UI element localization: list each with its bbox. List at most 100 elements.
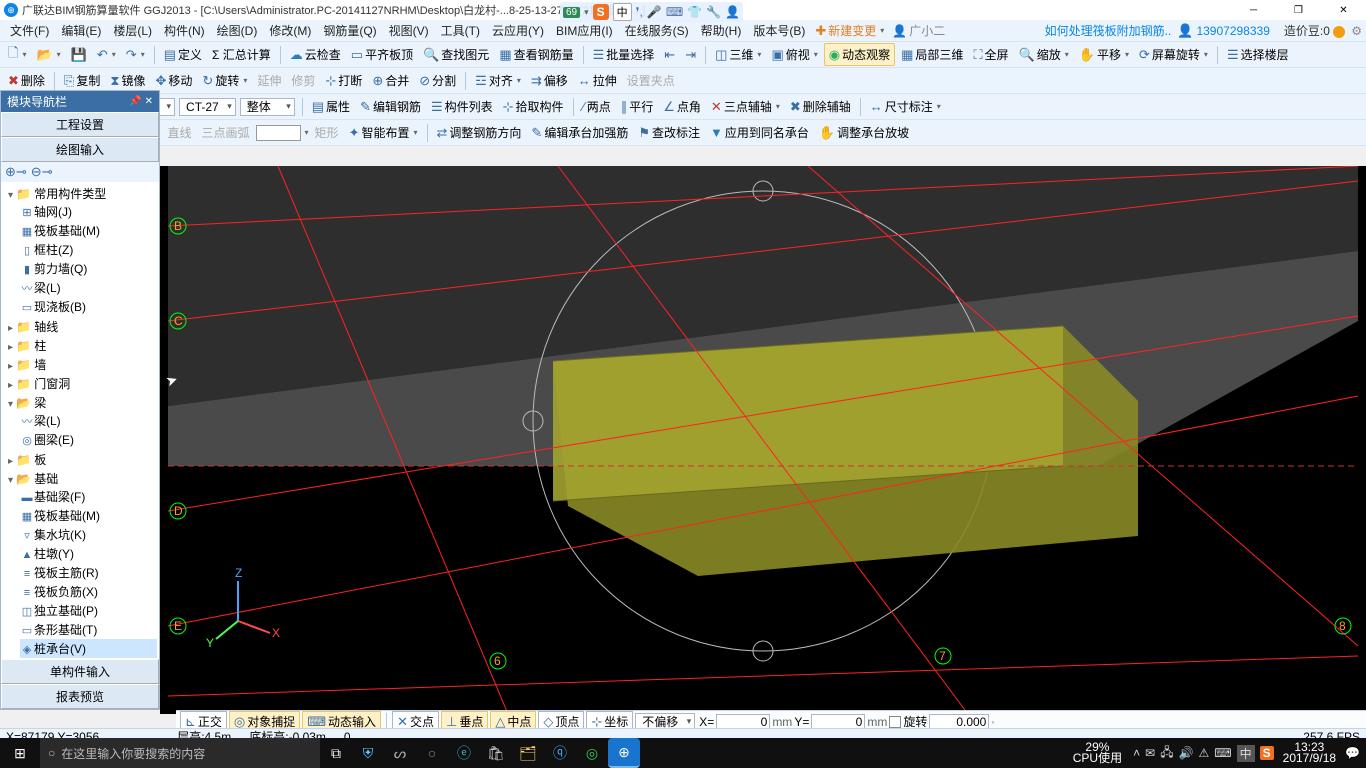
del-button[interactable]: ✖删除: [4, 70, 49, 91]
cpu-meter[interactable]: 29%CPU使用: [1067, 742, 1128, 764]
pan-button[interactable]: ✋平移▾: [1075, 44, 1133, 65]
line-button[interactable]: 直线: [164, 122, 196, 143]
offset-button[interactable]: ⇉偏移: [527, 70, 572, 91]
tray-sogou[interactable]: S: [1260, 746, 1274, 760]
task-qq[interactable]: ⓠ: [544, 738, 576, 768]
move-button[interactable]: ✥移动: [152, 70, 197, 91]
menu-floor[interactable]: 楼层(L): [107, 22, 158, 39]
dropdown-icon[interactable]: ▾: [584, 7, 589, 18]
adjdir-button[interactable]: ⇄调整钢筋方向: [433, 122, 526, 143]
ptangle-button[interactable]: ∠点角: [659, 96, 705, 117]
menu-modify[interactable]: 修改(M): [263, 22, 317, 39]
taskview-button[interactable]: ⧉: [320, 738, 352, 768]
menu-online[interactable]: 在线服务(S): [619, 22, 695, 39]
applysame-button[interactable]: ▼应用到同名承台: [706, 122, 813, 143]
ime-lang[interactable]: 中: [613, 3, 632, 21]
color-combo[interactable]: [256, 125, 301, 141]
prop-button[interactable]: ▤属性: [308, 96, 354, 117]
new-button[interactable]: 🗋▾: [4, 42, 30, 68]
top-view-button[interactable]: ▣俯视▾: [767, 44, 821, 65]
menu-version[interactable]: 版本号(B): [747, 22, 811, 39]
stretch-button[interactable]: ↔拉伸: [574, 70, 621, 91]
rotate-screen-button[interactable]: ⟳屏幕旋转▾: [1135, 44, 1212, 65]
trim-button[interactable]: 修剪: [287, 70, 319, 91]
tray-msg-icon[interactable]: ✉: [1145, 746, 1155, 760]
menu-view[interactable]: 视图(V): [383, 22, 435, 39]
sogou-icon[interactable]: S: [593, 4, 609, 20]
dyn-obs-button[interactable]: ◉动态观察: [824, 43, 895, 66]
prev-button[interactable]: ⇤: [660, 45, 679, 65]
set-grip-button[interactable]: 设置夹点: [623, 70, 679, 91]
component-tree[interactable]: ▾📁 常用构件类型 ⊞轴网(J) ▦筏板基础(M) ▯框柱(Z) ▮剪力墙(Q)…: [1, 182, 159, 659]
action-center-icon[interactable]: 💬: [1345, 746, 1360, 760]
account-badge[interactable]: 👤13907298339: [1177, 23, 1270, 39]
batch-sel-button[interactable]: ☰批量选择: [589, 44, 659, 65]
section-report[interactable]: 报表预览: [1, 684, 159, 709]
next-button[interactable]: ⇥: [681, 45, 700, 65]
checknote-button[interactable]: ⚑查改标注: [634, 122, 704, 143]
menu-file[interactable]: 文件(F): [4, 22, 55, 39]
expand-icon[interactable]: ⊕⊸: [5, 164, 27, 180]
task-dot[interactable]: ○: [416, 738, 448, 768]
rotate-checkbox[interactable]: [889, 716, 901, 728]
help-link[interactable]: 如何处理筏板附加钢筋..: [1045, 22, 1172, 39]
copy-button[interactable]: ⎘复制: [60, 70, 104, 91]
menu-component[interactable]: 构件(N): [158, 22, 211, 39]
task-store[interactable]: 🛍: [480, 738, 512, 768]
menu-rebar[interactable]: 钢筋量(Q): [317, 22, 382, 39]
sum-calc-button[interactable]: Σ 汇总计算: [208, 44, 275, 65]
extend-button[interactable]: 延伸: [253, 70, 285, 91]
minimize-button[interactable]: ─: [1231, 0, 1276, 20]
open-button[interactable]: 📂▾: [32, 45, 64, 65]
tray-net-icon[interactable]: 🖧: [1160, 743, 1173, 764]
section-draw[interactable]: 绘图输入: [1, 137, 159, 162]
undo-button[interactable]: ↶▾: [93, 45, 120, 65]
ime-skin-icon[interactable]: 👕: [687, 5, 702, 19]
task-shield[interactable]: ⛨: [352, 738, 384, 768]
rect-button[interactable]: 矩形: [311, 122, 343, 143]
tray-vol-icon[interactable]: 🔊: [1179, 746, 1194, 760]
menu-draw[interactable]: 绘图(D): [211, 22, 264, 39]
user-menu[interactable]: 👤广小二: [888, 20, 949, 41]
align-button[interactable]: ☲对齐▾: [471, 70, 525, 91]
find-fig-button[interactable]: 🔍查找图元: [419, 44, 493, 65]
rotate-button[interactable]: ↻旋转▾: [198, 70, 251, 91]
new-change-button[interactable]: ✚新建变更▾: [811, 20, 888, 41]
delaxis-button[interactable]: ✖删除辅轴: [786, 96, 855, 117]
task-360[interactable]: ◎: [576, 738, 608, 768]
maximize-button[interactable]: ❐: [1276, 0, 1321, 20]
break-button[interactable]: ⊹打断: [321, 70, 366, 91]
parallel-button[interactable]: ∥平行: [617, 96, 658, 117]
cloud-check-button[interactable]: ☁云检查: [286, 44, 345, 65]
name-combo[interactable]: CT-27: [179, 98, 236, 116]
ime-mic-icon[interactable]: 🎤: [647, 5, 662, 19]
task-edge[interactable]: ⓔ: [448, 738, 480, 768]
viewport-3d[interactable]: B C D E 6 7 8 Z X Y: [160, 166, 1366, 714]
edit-rebar-button[interactable]: ✎编辑钢筋: [356, 96, 425, 117]
tray-lang[interactable]: 中: [1237, 745, 1255, 762]
task-explorer[interactable]: 🗂: [512, 738, 544, 768]
close-button[interactable]: ✕: [1321, 0, 1366, 20]
define-button[interactable]: ▤定义: [160, 44, 206, 65]
merge-button[interactable]: ⊕合并: [368, 70, 413, 91]
settings-icon[interactable]: ⚙: [1351, 24, 1362, 38]
ime-toolbar[interactable]: 69 ▾ S 中 ❜, 🎤 ⌨ 👕 🔧 👤: [560, 2, 743, 22]
search-box[interactable]: ○ 在这里输入你要搜索的内容: [40, 738, 320, 768]
zoom-button[interactable]: 🔍缩放▾: [1015, 44, 1073, 65]
view-rebar-button[interactable]: ▦查看钢筋量: [495, 44, 577, 65]
save-button[interactable]: 💾: [67, 45, 91, 65]
section-single[interactable]: 单构件输入: [1, 659, 159, 684]
split-button[interactable]: ⊘分割: [415, 70, 460, 91]
local3d-button[interactable]: ▦局部三维: [897, 44, 967, 65]
ime-user-icon[interactable]: 👤: [725, 5, 740, 19]
mirror-button[interactable]: ⧗镜像: [106, 70, 149, 91]
tray-alert-icon[interactable]: ⚠: [1199, 746, 1210, 760]
twopt-button[interactable]: ∕两点: [579, 96, 615, 117]
tray-key-icon[interactable]: ⌨: [1214, 746, 1231, 760]
tray-up-icon[interactable]: ˄: [1133, 746, 1140, 760]
clock[interactable]: 13:232017/9/18: [1279, 742, 1340, 764]
fullscreen-button[interactable]: ⛶全屏: [969, 44, 1012, 65]
threeaxis-button[interactable]: ✕三点辅轴▾: [707, 96, 784, 117]
menu-cloud[interactable]: 云应用(Y): [486, 22, 550, 39]
panel-title[interactable]: 模块导航栏📌 ✕: [1, 91, 159, 112]
